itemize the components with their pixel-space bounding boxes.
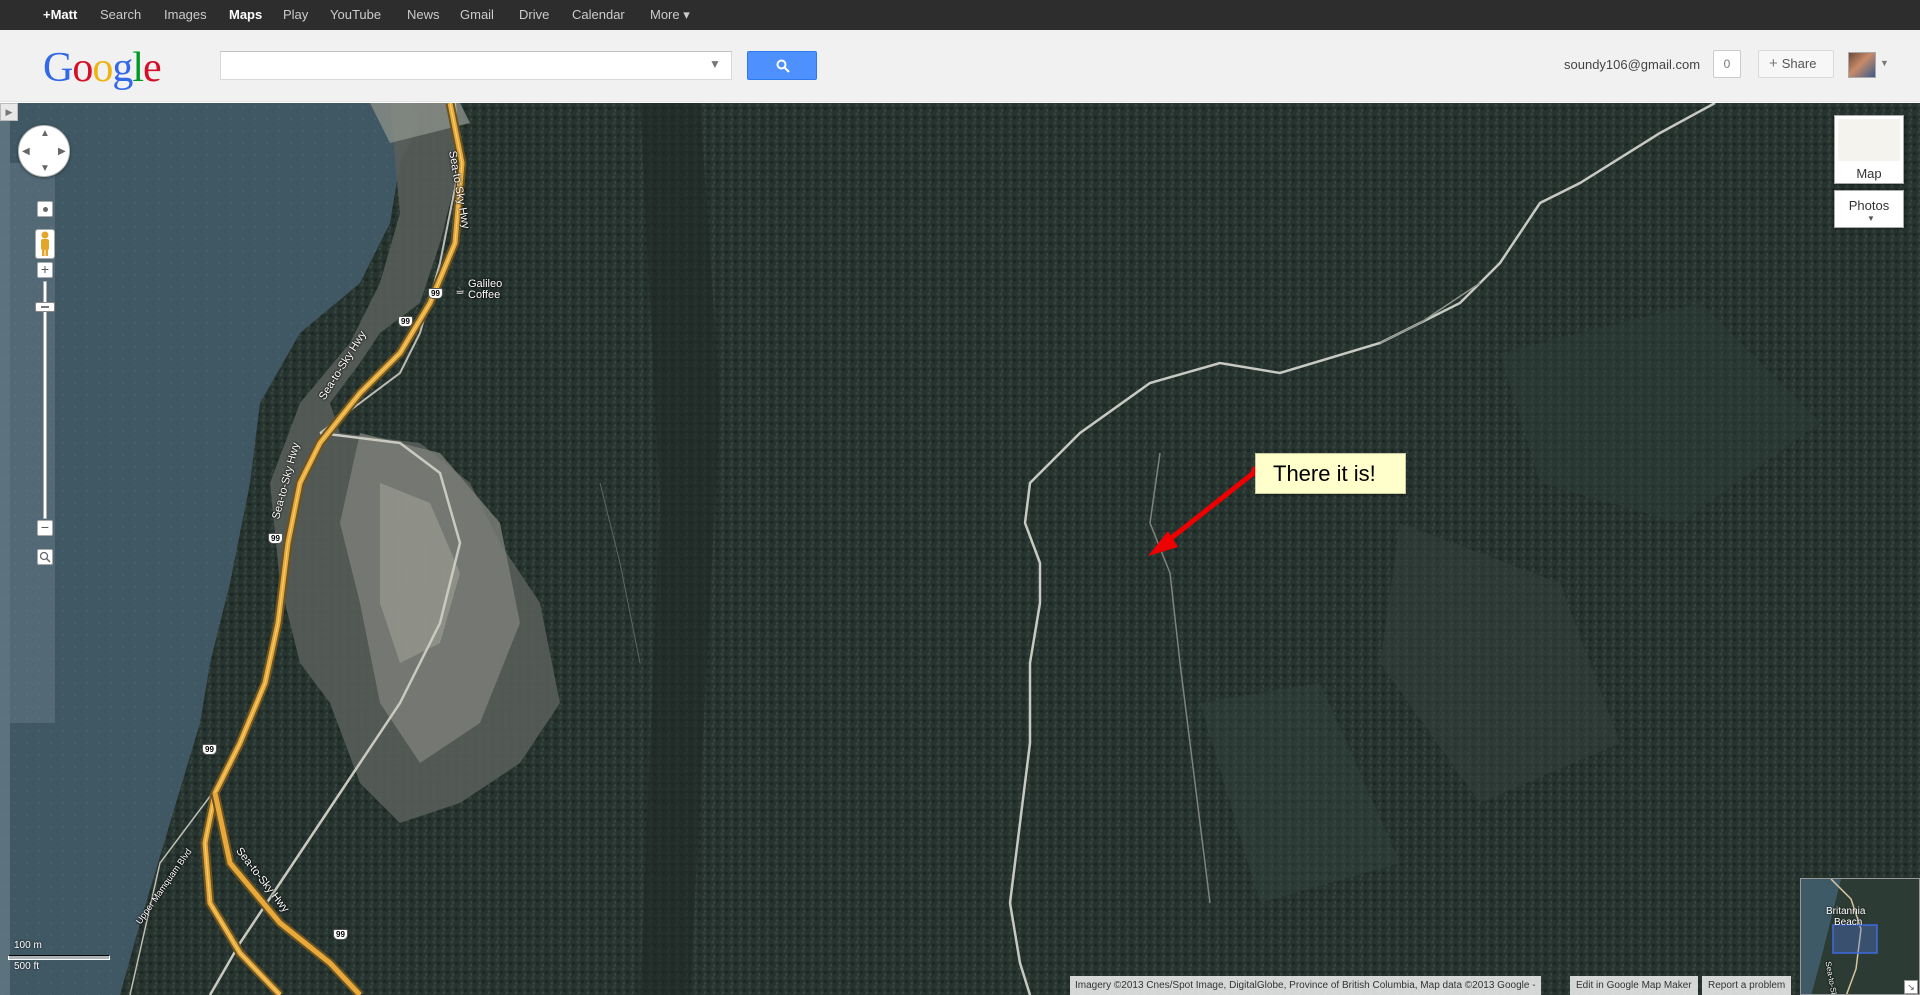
search-button[interactable] (747, 51, 817, 80)
zoom-box-icon[interactable] (37, 549, 53, 565)
overview-place-label: Britannia (1826, 906, 1866, 917)
nav-more[interactable]: More ▾ (650, 7, 690, 23)
route-shield: 99 (202, 744, 217, 755)
scale-imperial-label: 500 ft (14, 961, 40, 972)
search-icon (776, 59, 790, 73)
map-type-button[interactable]: Map (1834, 115, 1904, 184)
overview-place-label: Beach (1834, 917, 1863, 928)
route-shield: 99 (268, 533, 283, 544)
avatar[interactable] (1848, 52, 1876, 78)
pan-left-icon[interactable]: ◀ (22, 146, 30, 157)
route-shield: 99 (333, 929, 348, 940)
share-label: Share (1781, 56, 1817, 71)
plus-icon: + (1769, 55, 1778, 72)
satellite-imagery (0, 103, 1920, 995)
overview-map[interactable]: Britannia Beach Sea-to-Sky Hwy (1800, 878, 1920, 995)
pan-right-icon[interactable]: ▶ (58, 146, 66, 157)
photos-label: Photos (1848, 198, 1890, 213)
place-label-line: Coffee (468, 289, 501, 301)
pegman-icon[interactable] (35, 229, 55, 259)
overview-toggle-icon[interactable]: ↘ (1904, 980, 1918, 994)
route-shield: 99 (428, 288, 443, 299)
header: Google ▼ soundy106@gmail.com 0 + Share ▼ (0, 30, 1920, 102)
zoom-slider-track[interactable] (43, 281, 47, 519)
locate-icon[interactable] (37, 201, 53, 217)
caret-icon[interactable]: ▼ (1880, 58, 1889, 68)
nav-play[interactable]: Play (283, 7, 308, 22)
nav-calendar[interactable]: Calendar (572, 7, 625, 22)
user-email[interactable]: soundy106@gmail.com (1564, 57, 1700, 72)
attribution-text: Imagery ©2013 Cnes/Spot Image, DigitalGl… (1070, 976, 1541, 995)
search-input[interactable] (220, 51, 732, 80)
annotation-callout: There it is! (1255, 453, 1406, 494)
scale-bar: 100 m 500 ft (8, 939, 112, 973)
zoom-out-icon[interactable]: − (37, 520, 53, 536)
nav-gmail[interactable]: Gmail (460, 7, 494, 22)
locate-dot (43, 207, 48, 212)
report-problem-link[interactable]: Report a problem (1702, 976, 1792, 995)
panel-toggle-icon[interactable]: ▶ (0, 103, 18, 121)
zoom-in-icon[interactable]: + (37, 262, 53, 278)
place-label-galileo-coffee[interactable]: Galileo Coffee (468, 279, 502, 301)
dropdown-icon[interactable]: ▼ (705, 57, 725, 77)
google-logo[interactable]: Google (43, 44, 162, 92)
zoom-slider-thumb[interactable] (35, 302, 55, 312)
nav-search[interactable]: Search (100, 7, 141, 22)
nav-news[interactable]: News (407, 7, 440, 22)
chevron-down-icon: ▼ (1867, 214, 1875, 223)
scale-metric-label: 100 m (14, 940, 42, 951)
nav-drive[interactable]: Drive (519, 7, 549, 22)
notification-count[interactable]: 0 (1713, 50, 1741, 78)
pan-arrows-icon[interactable]: ▲ ▼ ◀ ▶ (18, 125, 70, 177)
nav-maps[interactable]: Maps (229, 7, 262, 22)
map-type-thumbnail (1838, 119, 1900, 161)
share-button[interactable]: + Share (1758, 50, 1834, 78)
edit-in-map-maker-link[interactable]: Edit in Google Map Maker (1570, 976, 1698, 995)
scale-bar-graphic (8, 955, 110, 960)
route-shield: 99 (398, 316, 413, 327)
nav-youtube[interactable]: YouTube (330, 7, 381, 22)
nav-images[interactable]: Images (164, 7, 207, 22)
photos-button[interactable]: Photos ▼ (1834, 190, 1904, 228)
top-nav-bar: +Matt Search Images Maps Play YouTube Ne… (0, 0, 1920, 30)
place-icon[interactable]: ☕ (455, 284, 465, 297)
map-type-label: Map (1856, 166, 1882, 181)
pan-down-icon[interactable]: ▼ (40, 163, 50, 174)
map-canvas[interactable]: ▶ ▲ ▼ ◀ ▶ + − Map Photos ▼ ☕ Galileo Cof… (0, 103, 1920, 995)
pan-up-icon[interactable]: ▲ (40, 128, 50, 139)
nav-plus-matt[interactable]: +Matt (43, 7, 77, 22)
